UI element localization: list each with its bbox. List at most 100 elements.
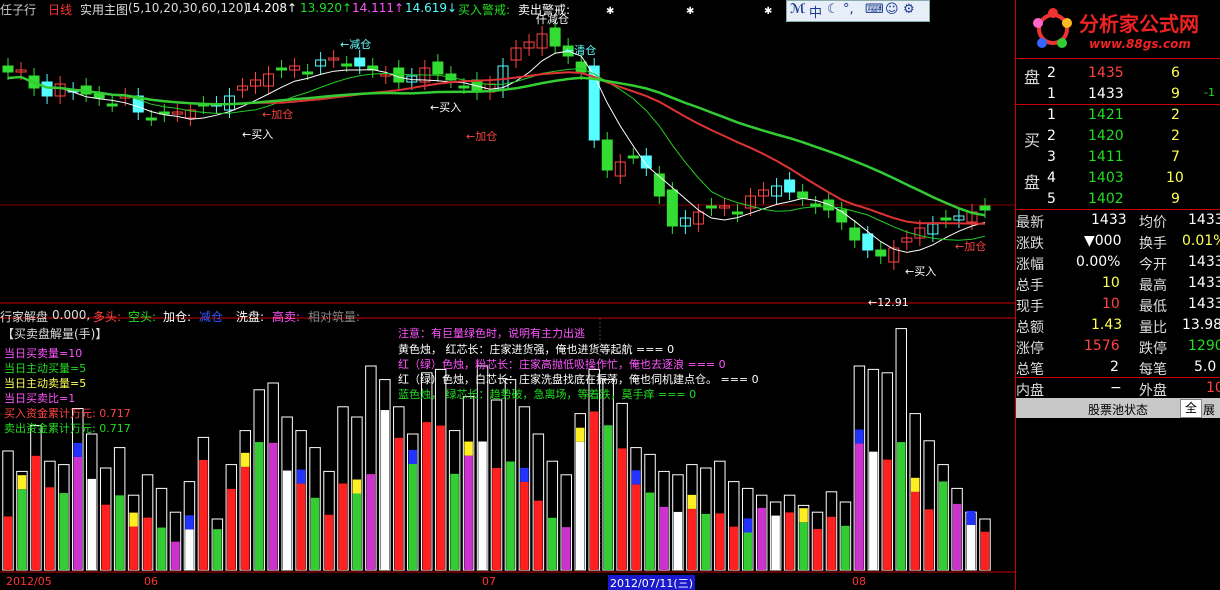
annotation-buy: ←买入 [430, 101, 462, 114]
quote-value: 13.98 [1182, 317, 1220, 333]
quote-label: 每笔 [1139, 362, 1167, 378]
quote-row: 涨幅 0.00% 今开 1433 [1016, 252, 1220, 273]
quote-row: 总笔 2 每笔 5.0 [1016, 357, 1220, 378]
volume-bar [157, 527, 166, 570]
volume-bar-cap [576, 427, 585, 442]
stat-line: 买入资金累计万元: 0.717 [4, 407, 131, 420]
level-number: 1 [1047, 107, 1056, 123]
level-price: 1433 [1088, 86, 1124, 102]
ime-keyboard-icon[interactable]: ⌨ [865, 2, 884, 17]
volume-bar-cap [520, 467, 529, 482]
chart-area[interactable]: 任子行 日线 实用主图 (5,10,20,30,60,120) 14.208↑ … [0, 0, 1015, 590]
expand-button[interactable]: 展 [1203, 401, 1215, 418]
volume-bar [115, 495, 124, 570]
note-line: 红（绿）色烛，粉芯长：庄家高抛低吸操作忙，俺也去逐浪 === 0 [398, 358, 726, 371]
volume-bar [813, 528, 822, 570]
quote-value: 5.0 [1194, 359, 1217, 375]
note-line: 黄色烛， 红芯长：庄家进货强，俺也进货等起航 === 0 [398, 343, 675, 356]
volume-bar [59, 493, 69, 570]
candle-body [393, 67, 405, 83]
quote-label: 最高 [1139, 278, 1167, 294]
all-button[interactable]: 全 [1180, 399, 1202, 418]
ime-logo-icon[interactable]: ℳ [790, 2, 805, 17]
volume-bar [980, 531, 990, 570]
annotation-add: ←加仓 [466, 130, 498, 143]
ime-user-icon[interactable]: ☺ [885, 2, 899, 17]
volume-bar-cap [17, 475, 27, 490]
buy-level-row[interactable]: 5 1402 9 [1016, 189, 1220, 210]
quote-row: 总手 10 最高 1433 [1016, 273, 1220, 294]
chart-canvas[interactable] [0, 0, 1015, 590]
buy-level-row[interactable]: 4 1403 10 [1016, 168, 1220, 189]
note-line: 注意：有巨量绿色时，说明有主力出逃 [398, 327, 585, 340]
ma20-value: 14.111↑ [352, 1, 405, 15]
level-volume: 2 [1171, 128, 1180, 144]
volume-bar [227, 488, 236, 570]
volume-bar-cap [799, 508, 808, 523]
volume-bar [45, 487, 55, 570]
sell-level-row[interactable]: 2 1435 6 [1016, 63, 1220, 84]
ime-punct[interactable]: °, [843, 2, 854, 17]
quote-value: 1576 [1084, 338, 1120, 354]
candle-body [653, 173, 665, 197]
brand-name: 分析家公式网 [1079, 12, 1199, 36]
level-volume: 9 [1171, 191, 1180, 207]
quote-value: ▼000 [1084, 233, 1122, 249]
quote-label: 最新 [1016, 215, 1044, 231]
volume-bar [171, 541, 180, 570]
candle-body [432, 61, 444, 75]
sell-level-row[interactable]: 1 1433 9 -1 [1016, 84, 1220, 105]
ime-mode[interactable]: 中 [809, 2, 822, 21]
buy-level-row[interactable]: 3 1411 7 [1016, 147, 1220, 168]
star-icon: ✱ [606, 6, 615, 17]
level-volume: 9 [1171, 86, 1180, 102]
quote-value: 10 [1206, 380, 1220, 396]
candle-body [276, 67, 288, 71]
candle-body [549, 27, 561, 47]
axis-tick: 08 [852, 575, 866, 588]
note-line: 蓝色烛， 绿芯长：趋势破，急离场，等着跌，莫手痒 === 0 [398, 388, 697, 401]
axis-tick: 06 [144, 575, 158, 588]
level-number: 2 [1047, 65, 1056, 81]
ime-settings-icon[interactable]: ⚙ [903, 2, 915, 17]
volume-bar [394, 437, 404, 570]
level-price: 1421 [1088, 107, 1124, 123]
volume-bar-cap [464, 441, 473, 456]
annotation-buy: ←买入 [905, 265, 937, 278]
volume-bar [464, 455, 473, 570]
candle-body [823, 199, 835, 211]
brand-banner: 分析家公式网 www.88gs.com [1016, 0, 1220, 58]
quote-value: 10 [1102, 296, 1120, 312]
buy-level-row[interactable]: 2 1420 2 [1016, 126, 1220, 147]
quote-value: 1433 [1188, 254, 1220, 270]
top-annotation: 仟减仓 [536, 13, 569, 26]
volume-bar [743, 532, 752, 570]
quote-label: 涨停 [1016, 341, 1044, 357]
candle-body [341, 63, 353, 67]
volume-bar [254, 442, 264, 570]
candle-body [354, 57, 366, 67]
volume-bar [101, 504, 110, 570]
volume-bar [952, 503, 962, 570]
star-icon: ✱ [686, 6, 695, 17]
volume-bar [659, 506, 669, 570]
level-volume: 10 [1166, 170, 1184, 186]
buy-level-row[interactable]: 1 1421 2 [1016, 105, 1220, 126]
ime-toolbar[interactable]: ℳ 中 ☾ °, ⌨ ☺ ⚙ [786, 0, 930, 22]
volume-bar [185, 529, 194, 570]
volume-bar-cap [129, 512, 138, 527]
volume-bar [408, 463, 417, 570]
candle-body [627, 155, 639, 159]
brand-url: www.88gs.com [1089, 37, 1191, 51]
legend-wash: 洗盘: [236, 310, 265, 324]
ime-moon-icon[interactable]: ☾ [827, 2, 839, 17]
level-price: 1411 [1088, 149, 1124, 165]
volume-bar-cap [185, 515, 194, 530]
period-label[interactable]: 日线 [48, 1, 72, 18]
volume-bar [617, 448, 627, 570]
stock-pool-status-button[interactable]: 股票池状态 [1088, 401, 1148, 418]
candle-body [797, 191, 809, 199]
stat-line: 卖出资金累计万元: 0.717 [4, 422, 131, 435]
quote-row: 现手 10 最低 1433 [1016, 294, 1220, 315]
stat-line: 当日买卖比=1 [4, 392, 76, 405]
